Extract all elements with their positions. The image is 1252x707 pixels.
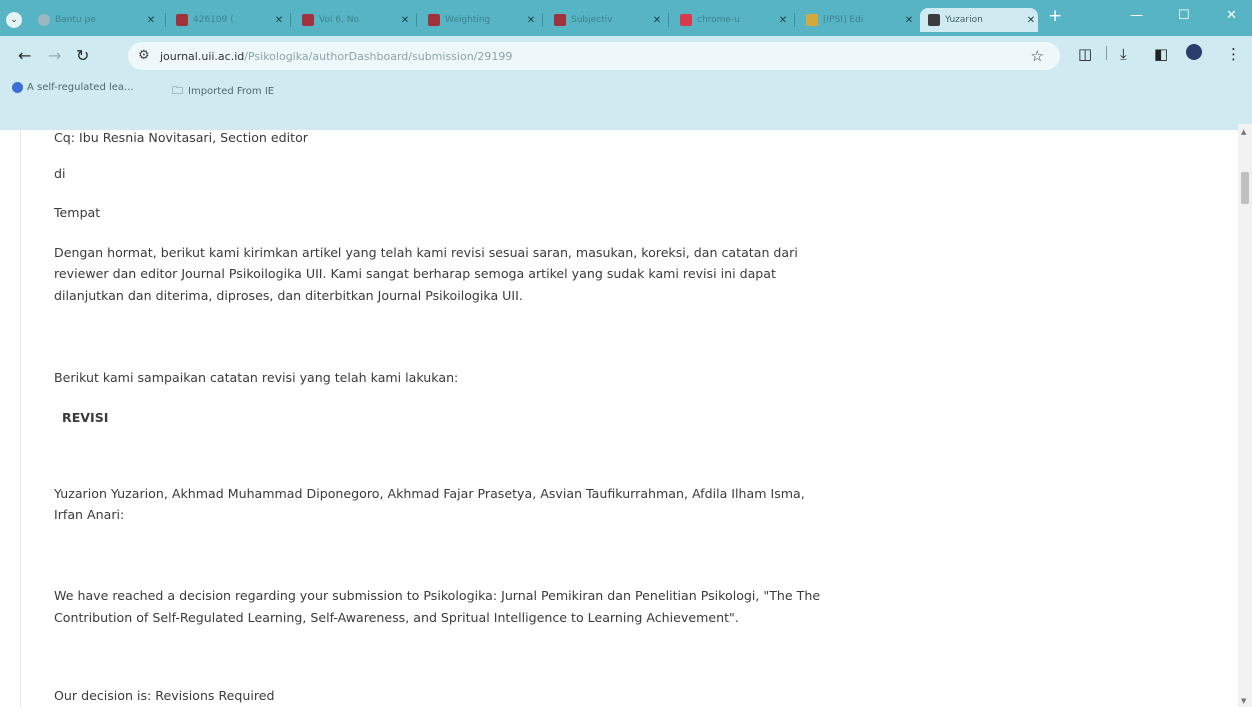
- site-info-icon[interactable]: ⚙: [138, 48, 150, 63]
- scroll-down-icon[interactable]: ▼: [1241, 697, 1246, 705]
- tab-label: Vol 6, No: [319, 15, 360, 25]
- menu-kebab-icon[interactable]: ⋮: [1226, 45, 1241, 63]
- close-icon[interactable]: ✕: [650, 15, 664, 26]
- tab-6[interactable]: chrome-u ✕: [672, 8, 790, 32]
- reload-icon[interactable]: ↻: [76, 46, 89, 65]
- intro-paragraph-line2: reviewer dan editor Journal Psikoilogika…: [54, 266, 776, 281]
- tab-2[interactable]: 426109 ( ✕: [168, 8, 286, 32]
- window-close-icon[interactable]: ✕: [1226, 8, 1237, 23]
- cq-line: Cq: Ibu Resnia Novitasari, Section edito…: [54, 130, 308, 145]
- close-icon[interactable]: ✕: [902, 15, 916, 26]
- close-icon[interactable]: ✕: [272, 15, 286, 26]
- tab-label: Subjectiv: [571, 15, 613, 25]
- bookmark-star-icon[interactable]: ☆: [1031, 47, 1044, 65]
- close-icon[interactable]: ✕: [398, 15, 412, 26]
- tab-1[interactable]: Bantu pe ✕: [30, 8, 158, 32]
- tab-label: chrome-u: [697, 15, 740, 25]
- tab-search-button[interactable]: ⌄: [2, 8, 24, 32]
- side-panel-icon[interactable]: ◧: [1154, 45, 1168, 63]
- globe-icon: [12, 82, 23, 93]
- tab-label: Yuzarion: [945, 15, 983, 25]
- authors-line2: Irfan Anari:: [54, 507, 125, 522]
- close-icon[interactable]: ✕: [1024, 15, 1038, 26]
- tab-favicon-icon: [302, 14, 314, 26]
- forward-arrow-icon[interactable]: →: [48, 46, 61, 65]
- tab-favicon-icon: [176, 14, 188, 26]
- authors-line1: Yuzarion Yuzarion, Akhmad Muhammad Dipon…: [54, 486, 805, 501]
- download-icon[interactable]: ⤓: [1120, 45, 1127, 63]
- address-bar[interactable]: ⚙ journal.uii.ac.id/Psikologika/authorDa…: [128, 42, 1060, 70]
- tab-5[interactable]: Subjectiv ✕: [546, 8, 664, 32]
- tab-7[interactable]: [IPSI] Edi ✕: [798, 8, 916, 32]
- tab-label: [IPSI] Edi: [823, 15, 864, 25]
- tab-strip: ⌄ Bantu pe ✕ 426109 ( ✕ Vol 6, No ✕ Weig…: [0, 0, 1252, 36]
- folder-icon: 🗀: [172, 84, 183, 97]
- tab-favicon-icon: [554, 14, 566, 26]
- tab-label: Weighting: [445, 15, 491, 25]
- tab-4[interactable]: Weighting ✕: [420, 8, 538, 32]
- tab-8-active[interactable]: Yuzarion ✕: [920, 8, 1038, 32]
- tab-favicon-icon: [680, 14, 692, 26]
- tab-3[interactable]: Vol 6, No ✕: [294, 8, 412, 32]
- url-text[interactable]: journal.uii.ac.id/Psikologika/authorDash…: [160, 50, 512, 63]
- revision-intro: Berikut kami sampaikan catatan revisi ya…: [54, 370, 459, 385]
- di-line: di: [54, 166, 66, 181]
- scroll-up-icon[interactable]: ▲: [1241, 128, 1246, 136]
- tempat-line: Tempat: [54, 205, 101, 220]
- bookmark-folder[interactable]: 🗀 Imported From IE: [172, 82, 274, 101]
- intro-paragraph-line3: dilanjutkan dan diterima, diproses, dan …: [54, 288, 523, 303]
- our-decision: Our decision is: Revisions Required: [54, 688, 275, 703]
- new-tab-button[interactable]: +: [1048, 6, 1062, 26]
- tab-label: Bantu pe: [55, 15, 96, 25]
- tab-label: 426109 (: [193, 15, 234, 25]
- profile-avatar-icon[interactable]: [1186, 44, 1202, 64]
- intro-paragraph-line1: Dengan hormat, berikut kami kirimkan art…: [54, 245, 798, 260]
- close-icon[interactable]: ✕: [524, 15, 538, 26]
- maximize-icon[interactable]: ☐: [1178, 8, 1190, 23]
- bookmarks-bar: A self-regulated lea... 🗀 Imported From …: [0, 74, 1252, 130]
- extensions-icon[interactable]: ◫: [1078, 45, 1092, 63]
- close-icon[interactable]: ✕: [144, 15, 158, 26]
- scrollbar-thumb[interactable]: [1241, 172, 1249, 204]
- bookmark-item[interactable]: A self-regulated lea...: [12, 82, 134, 93]
- tab-favicon-icon: [428, 14, 440, 26]
- vertical-scrollbar[interactable]: ▲ ▼: [1238, 124, 1252, 707]
- back-arrow-icon[interactable]: ←: [18, 46, 31, 65]
- decision-line2: Contribution of Self-Regulated Learning,…: [54, 610, 739, 625]
- tab-favicon-icon: [38, 14, 50, 26]
- chevron-down-icon: ⌄: [6, 12, 22, 28]
- tab-favicon-icon: [806, 14, 818, 26]
- content-border: [20, 130, 21, 707]
- close-icon[interactable]: ✕: [776, 15, 790, 26]
- decision-line1: We have reached a decision regarding you…: [54, 588, 821, 603]
- tab-favicon-icon: [928, 14, 940, 26]
- minimize-icon[interactable]: —: [1130, 8, 1143, 23]
- revisi-heading: REVISI: [62, 410, 109, 425]
